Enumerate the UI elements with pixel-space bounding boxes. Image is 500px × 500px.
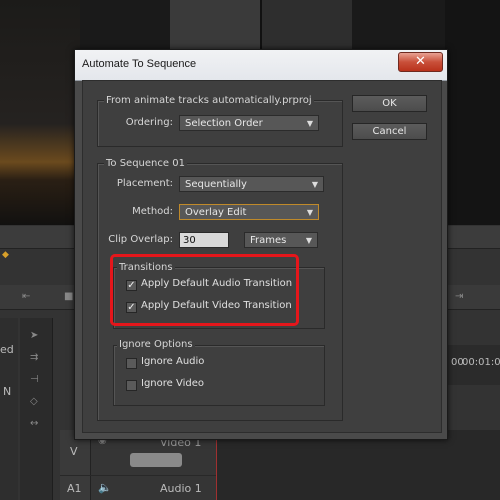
transitions-group (113, 267, 325, 329)
ignore-audio-checkbox[interactable] (126, 358, 137, 369)
chevron-down-icon: ▼ (306, 208, 314, 217)
ordering-label: Ordering: (125, 117, 173, 128)
slip-tool-icon[interactable]: ↔ (30, 418, 38, 429)
track-audio-label: A1 (67, 482, 82, 495)
playhead-line (216, 430, 217, 500)
method-dropdown[interactable]: Overlay Edit ▼ (179, 204, 319, 220)
track-audio-name: Audio 1 (160, 482, 202, 495)
ignore-video-checkbox[interactable] (126, 380, 137, 391)
placement-dropdown[interactable]: Sequentially ▼ (179, 176, 324, 192)
clip-overlap-unit-dropdown[interactable]: Frames ▼ (244, 232, 318, 248)
source-monitor-preview (0, 0, 80, 225)
method-value: Overlay Edit (185, 207, 247, 218)
from-group-label: From animate tracks automatically.prproj (104, 95, 314, 106)
close-icon: ✕ (415, 54, 426, 69)
marker-icon[interactable]: ⇥ (455, 291, 463, 302)
clip-overlap-input[interactable]: 30 (179, 232, 229, 248)
ruler-tick: 00 (451, 357, 464, 368)
apply-audio-transition-label: Apply Default Audio Transition (141, 278, 293, 289)
checkmark-icon: ✓ (127, 280, 136, 291)
ignore-audio-label: Ignore Audio (141, 356, 205, 367)
method-label: Method: (132, 206, 173, 217)
chevron-down-icon: ▼ (311, 180, 319, 189)
playhead-marker: ◆ (2, 250, 9, 260)
tools-panel (20, 318, 53, 500)
transitions-label: Transitions (117, 262, 175, 273)
ok-button[interactable]: OK (352, 95, 427, 112)
automate-to-sequence-dialog: Automate To Sequence ✕ From animate trac… (74, 49, 448, 440)
chevron-down-icon: ▼ (306, 119, 314, 128)
timecode-label: 00:01:0 (462, 357, 500, 368)
dialog-title: Automate To Sequence (82, 58, 197, 70)
ripple-tool-icon[interactable]: ⊣ (30, 374, 39, 385)
stop-icon[interactable]: ■ (64, 291, 73, 302)
dialog-titlebar[interactable]: Automate To Sequence ✕ (75, 50, 447, 81)
ignore-video-label: Ignore Video (141, 378, 204, 389)
monitor-panel (170, 0, 262, 52)
monitor-panel (262, 0, 352, 52)
step-icon[interactable]: ⇤ (22, 291, 30, 302)
ignore-options-group (113, 345, 325, 406)
dialog-body: From animate tracks automatically.prproj… (82, 80, 442, 433)
right-panel (445, 0, 500, 225)
placement-label: Placement: (116, 178, 173, 189)
to-sequence-label: To Sequence 01 (104, 158, 187, 169)
placement-value: Sequentially (185, 179, 247, 190)
project-text: ed (0, 343, 14, 356)
track-zoom-slider[interactable] (130, 453, 182, 467)
chevron-down-icon: ▼ (305, 236, 313, 245)
apply-video-transition-checkbox[interactable]: ✓ (126, 302, 137, 313)
ordering-value: Selection Order (185, 118, 263, 129)
razor-tool-icon[interactable]: ◇ (30, 396, 38, 407)
apply-video-transition-label: Apply Default Video Transition (141, 300, 292, 311)
checkmark-icon: ✓ (127, 302, 136, 313)
track-video-label: V (70, 445, 78, 458)
selection-tool-icon[interactable]: ➤ (30, 330, 38, 341)
cancel-button[interactable]: Cancel (352, 123, 427, 140)
ignore-options-label: Ignore Options (117, 339, 195, 350)
close-button[interactable]: ✕ (398, 52, 443, 72)
speaker-icon[interactable]: 🔈 (98, 481, 112, 494)
ordering-dropdown[interactable]: Selection Order ▼ (179, 115, 319, 131)
apply-audio-transition-checkbox[interactable]: ✓ (126, 280, 137, 291)
clip-overlap-unit-value: Frames (250, 235, 287, 246)
clip-overlap-label: Clip Overlap: (108, 234, 173, 245)
project-letter: N (3, 385, 12, 398)
track-select-tool-icon[interactable]: ⇉ (30, 352, 38, 363)
